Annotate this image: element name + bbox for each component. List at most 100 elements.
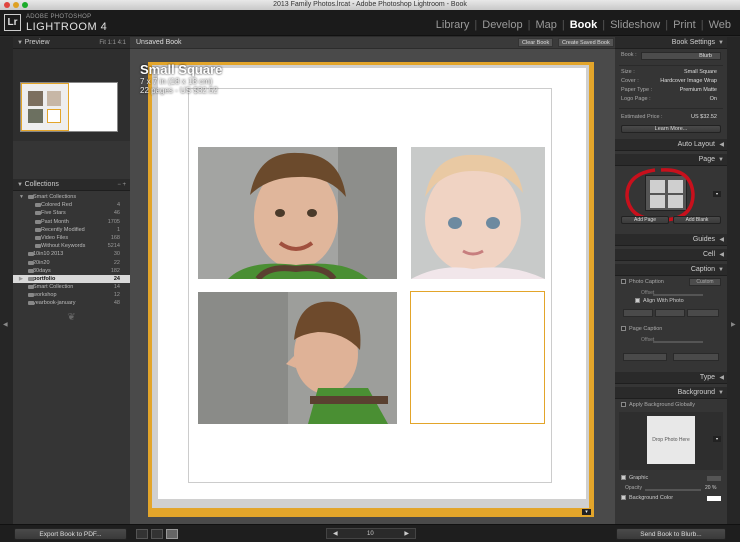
- window-titlebar: 2013 Family Photos.lrcat - Adobe Photosh…: [0, 0, 740, 10]
- collection-row[interactable]: Recently Modified 1: [13, 226, 130, 234]
- caption-position-below[interactable]: [687, 309, 719, 317]
- learn-more-button[interactable]: Learn More...: [621, 125, 721, 133]
- right-panel-toggle[interactable]: ▶: [727, 37, 740, 524]
- background-graphic-dropdown-icon[interactable]: ▾: [713, 436, 721, 442]
- opacity-slider[interactable]: [645, 489, 701, 491]
- spread-thumbnail[interactable]: [20, 82, 118, 132]
- cell-header[interactable]: Cell ◀: [615, 249, 727, 261]
- collection-row[interactable]: Five Stars 46: [13, 209, 130, 217]
- caption-custom-select[interactable]: Custom: [689, 278, 721, 286]
- previous-page-button[interactable]: ◀: [333, 529, 338, 539]
- collections-panel-header[interactable]: ▼ Collections − +: [13, 179, 130, 191]
- collection-row[interactable]: yearbook-january 48: [13, 299, 130, 307]
- caption-position-above[interactable]: [623, 309, 653, 317]
- paper-type-row[interactable]: Paper Type : Premium Matte: [615, 86, 727, 95]
- clear-book-button[interactable]: Clear Book: [518, 38, 554, 47]
- book-title: Unsaved Book: [136, 39, 182, 46]
- page-caption-bottom[interactable]: [673, 353, 719, 361]
- type-header[interactable]: Type ◀: [615, 372, 727, 384]
- caption-position-over[interactable]: [655, 309, 685, 317]
- collection-row[interactable]: Without Keywords 5214: [13, 242, 130, 250]
- minimize-window-button[interactable]: [13, 2, 19, 8]
- collection-icon: [28, 268, 34, 273]
- page-caption-toggle[interactable]: Page Caption: [621, 326, 662, 332]
- module-library[interactable]: Library: [431, 19, 475, 31]
- page-template-dropdown-icon[interactable]: ▾: [713, 191, 721, 197]
- create-saved-book-button[interactable]: Create Saved Book: [558, 38, 614, 47]
- book-settings-header[interactable]: Book Settings ▼: [615, 37, 727, 49]
- book-size-row[interactable]: Size : Small Square: [615, 68, 727, 77]
- module-book[interactable]: Book: [565, 19, 603, 31]
- graphic-checkbox[interactable]: Graphic: [621, 475, 648, 481]
- collection-row[interactable]: Smart Collection 14: [13, 283, 130, 291]
- collection-row[interactable]: 20in20 22: [13, 259, 130, 267]
- close-window-button[interactable]: [4, 2, 10, 8]
- book-cover-row[interactable]: Cover : Hardcover Image Wrap: [615, 77, 727, 86]
- background-color-swatch[interactable]: [707, 496, 721, 501]
- book-name: Small Square: [140, 62, 223, 77]
- preview-navigator[interactable]: [13, 49, 130, 141]
- export-pdf-button[interactable]: Export Book to PDF...: [14, 528, 127, 540]
- spread-view-icon[interactable]: [151, 529, 163, 539]
- graphic-swatch[interactable]: [707, 476, 721, 481]
- single-page-view-icon[interactable]: [166, 529, 178, 539]
- logo-page-row[interactable]: Logo Page : On: [615, 95, 727, 104]
- module-map[interactable]: Map: [530, 19, 561, 31]
- photo-cell-1[interactable]: [198, 147, 397, 279]
- multi-page-view-icon[interactable]: [136, 529, 148, 539]
- smart-collection-icon: [35, 227, 41, 232]
- page-offset-slider[interactable]: [653, 341, 703, 343]
- collection-row[interactable]: ▼ Smart Collections: [13, 193, 130, 201]
- drop-photo-here[interactable]: Drop Photo Here: [647, 416, 695, 464]
- collection-row[interactable]: workshop 12: [13, 291, 130, 299]
- preview-zoom-options[interactable]: Fit 1:1 4:1: [99, 37, 126, 49]
- panel-end-ornament: ❦: [67, 311, 76, 323]
- collection-row[interactable]: Colored Red 4: [13, 201, 130, 209]
- page-menu-icon[interactable]: ▾: [582, 509, 591, 515]
- background-header[interactable]: Background ▼: [615, 387, 727, 399]
- collection-row[interactable]: 10in10 2013 30: [13, 250, 130, 258]
- module-slideshow[interactable]: Slideshow: [605, 19, 665, 31]
- send-book-to-blurb-button[interactable]: Send Book to Blurb...: [616, 528, 726, 540]
- smart-collection-icon: [35, 211, 41, 216]
- left-panel-toggle[interactable]: ◀: [0, 37, 13, 524]
- module-develop[interactable]: Develop: [477, 19, 527, 31]
- book-info-overlay: Small Square 7 x 7 in (18 x 18 cm) 22 pa…: [140, 62, 222, 95]
- photo-cell-2[interactable]: [411, 147, 545, 279]
- estimated-price-row: Estimated Price : US $32.52: [621, 114, 717, 120]
- collections-add-remove[interactable]: − +: [117, 179, 126, 191]
- add-blank-button[interactable]: Add Blank: [673, 216, 721, 224]
- collection-row-selected[interactable]: ▶ portfolio 24: [13, 274, 130, 284]
- collection-icon: [28, 276, 34, 281]
- brand-big: LIGHTROOM 4: [26, 21, 108, 33]
- collection-row[interactable]: Video Files 168: [13, 234, 130, 242]
- module-web[interactable]: Web: [704, 19, 736, 31]
- bottom-toolbar: Export Book to PDF... ◀ 10 ▶ Send Book t…: [0, 524, 740, 542]
- book-header: Unsaved Book Clear Book Create Saved Boo…: [130, 37, 615, 49]
- photo-cell-3[interactable]: [198, 292, 397, 424]
- book-destination-select[interactable]: Blurb: [641, 52, 721, 60]
- photo-caption-toggle[interactable]: Photo Caption: [621, 279, 664, 285]
- page-panel-header[interactable]: Page ▼: [615, 154, 727, 166]
- page-caption-top[interactable]: [623, 353, 667, 361]
- empty-photo-cell[interactable]: [410, 291, 545, 424]
- page-number[interactable]: 10: [367, 529, 374, 539]
- apply-background-globally-checkbox[interactable]: Apply Background Globally: [621, 402, 695, 408]
- caption-header[interactable]: Caption ▼: [615, 264, 727, 276]
- brand-small: ADOBE PHOTOSHOP: [26, 14, 92, 20]
- collection-row[interactable]: Past Month 1705: [13, 218, 130, 226]
- collection-row[interactable]: 30days 182: [13, 267, 130, 275]
- module-print[interactable]: Print: [668, 19, 701, 31]
- left-panel: ▼ Preview Fit 1:1 4:1 ▼ Collections − + …: [13, 37, 130, 524]
- zoom-window-button[interactable]: [22, 2, 28, 8]
- offset-slider[interactable]: [653, 294, 703, 296]
- auto-layout-header[interactable]: Auto Layout ◀: [615, 139, 727, 151]
- collection-icon: [28, 293, 34, 298]
- preview-panel-header[interactable]: ▼ Preview Fit 1:1 4:1: [13, 37, 130, 49]
- guides-header[interactable]: Guides ◀: [615, 234, 727, 246]
- background-color-checkbox[interactable]: Background Color: [621, 495, 673, 501]
- next-page-button[interactable]: ▶: [404, 529, 409, 539]
- window-controls[interactable]: [4, 2, 28, 8]
- add-page-button[interactable]: Add Page: [621, 216, 669, 224]
- align-with-photo-checkbox[interactable]: Align With Photo: [635, 298, 684, 304]
